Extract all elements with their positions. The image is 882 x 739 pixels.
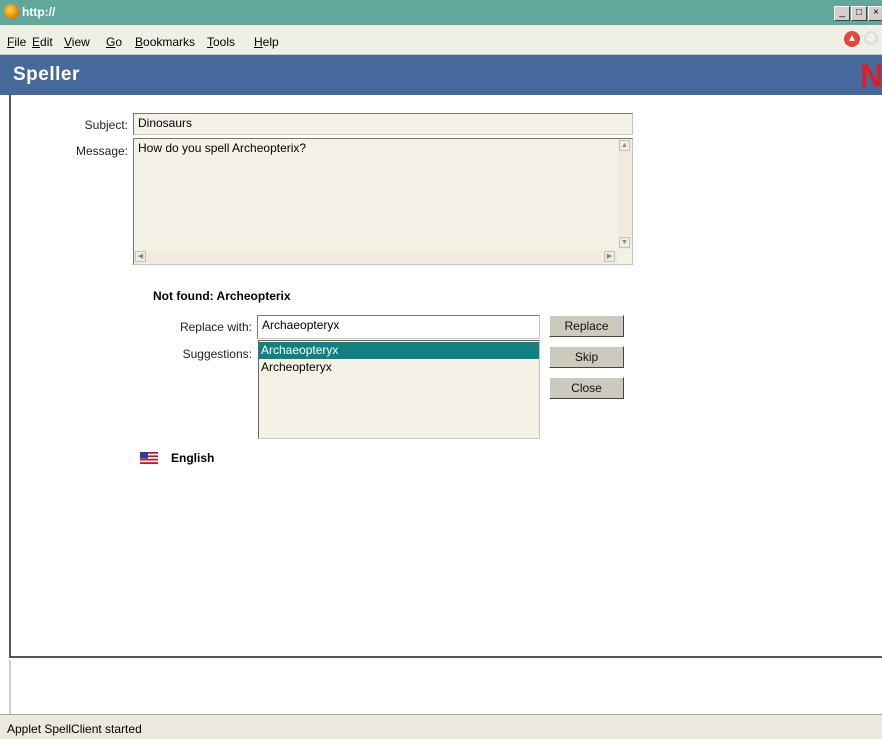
lower-frame [9,660,882,714]
message-text: How do you spell Archeopterix? [138,141,307,155]
menu-go[interactable]: Go [106,35,122,49]
menu-view[interactable]: View [64,35,90,49]
menu-go-mnemonic: G [106,35,116,49]
message-vertical-scrollbar[interactable]: ▲ ▼ [618,139,632,250]
message-label: Message: [75,144,128,158]
scroll-down-arrow-icon[interactable]: ▼ [619,237,630,248]
scroll-right-arrow-icon[interactable]: ▶ [604,251,615,262]
menu-file-label: ile [14,35,27,49]
menu-tools[interactable]: Tools [207,35,235,49]
menu-go-label: o [115,35,123,49]
us-flag-icon [140,452,158,464]
not-found-message: Not found: Archeopterix [153,289,291,303]
replace-with-input[interactable]: Archaeopteryx [257,315,540,339]
menu-help-label: elp [262,35,279,49]
menu-bookmarks-label: ookmarks [143,35,196,49]
menu-view-mnemonic: V [64,35,72,49]
minimize-button[interactable]: _ [834,6,850,21]
window-title: http:// [22,5,56,19]
subject-label: Subject: [84,118,128,132]
browser-app-icon [4,4,19,19]
menu-file[interactable]: File [7,35,26,49]
close-button[interactable]: Close [549,377,624,399]
replace-button[interactable]: Replace [549,315,624,337]
status-text: Applet SpellClient started [7,722,142,736]
suggestions-label: Suggestions: [182,347,252,361]
menu-edit-label: dit [40,35,53,49]
replace-with-label: Replace with: [179,320,252,334]
status-bar: Applet SpellClient started [0,714,882,739]
menu-bar: File Edit View Go Bookmarks Tools Help [0,25,882,55]
app-header: Speller N [0,55,882,95]
suggestion-item[interactable]: Archaeopteryx [259,342,539,359]
title-bar: http:// _ □ × [0,0,882,25]
menu-edit[interactable]: Edit [32,35,53,49]
brand-logo: N [860,58,882,94]
close-window-button[interactable]: × [868,6,882,21]
stop-icon[interactable] [844,31,860,47]
maximize-button[interactable]: □ [851,6,867,21]
scroll-up-arrow-icon[interactable]: ▲ [619,140,630,151]
not-found-label: Not found: [153,289,214,303]
app-title: Speller [13,64,80,85]
suggestions-list[interactable]: Archaeopteryx Archeopteryx [258,340,540,439]
suggestion-item[interactable]: Archeopteryx [259,359,539,376]
menu-view-label: iew [71,35,90,49]
not-found-word: Archeopterix [216,289,291,303]
menu-bookmarks-mnemonic: B [135,35,144,49]
menu-tools-label: ools [213,35,236,49]
skip-button[interactable]: Skip [549,346,624,368]
throbber-icon [864,31,878,45]
message-textarea[interactable]: How do you spell Archeopterix? ▲ ▼ ◀ ▶ [133,138,633,265]
subject-field[interactable]: Dinosaurs [133,113,633,135]
menu-help[interactable]: Help [254,35,279,49]
menu-bookmarks[interactable]: Bookmarks [135,35,195,49]
message-horizontal-scrollbar[interactable]: ◀ ▶ [134,250,618,264]
menu-help-mnemonic: H [254,35,263,49]
scroll-left-arrow-icon[interactable]: ◀ [135,251,146,262]
language-label: English [171,451,215,465]
menu-edit-mnemonic: E [32,35,41,49]
